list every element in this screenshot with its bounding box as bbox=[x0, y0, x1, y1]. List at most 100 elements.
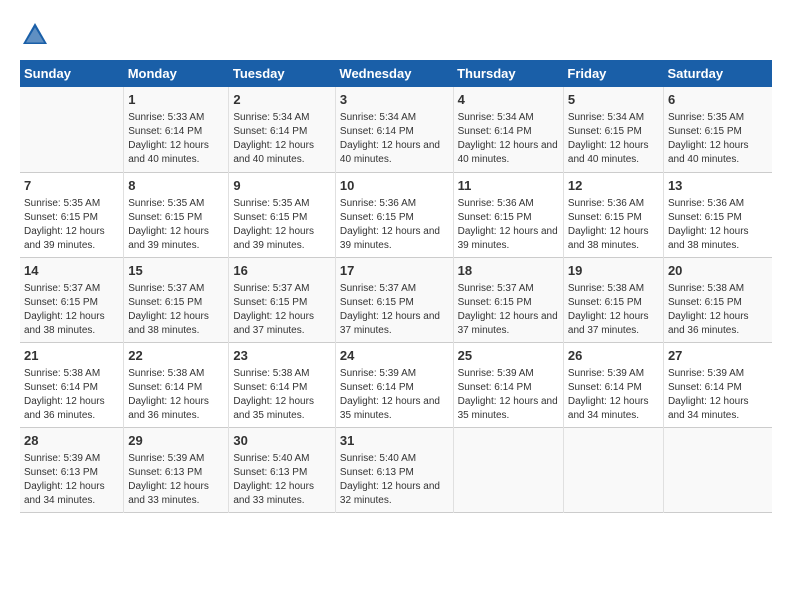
calendar-cell: 31Sunrise: 5:40 AMSunset: 6:13 PMDayligh… bbox=[335, 428, 453, 513]
page-header bbox=[20, 20, 772, 50]
day-number: 3 bbox=[340, 91, 449, 109]
day-header-thursday: Thursday bbox=[453, 60, 563, 87]
day-number: 9 bbox=[233, 177, 331, 195]
day-number: 25 bbox=[458, 347, 559, 365]
day-number: 19 bbox=[568, 262, 659, 280]
calendar-cell: 30 Sunrise: 5:40 AMSunset: 6:13 PMDayligh… bbox=[229, 428, 336, 513]
calendar-cell: 3 Sunrise: 5:34 AMSunset: 6:14 PMDaylight… bbox=[335, 87, 453, 172]
day-number: 26 bbox=[568, 347, 659, 365]
calendar-cell: 27Sunrise: 5:39 AMSunset: 6:14 PMDayligh… bbox=[663, 342, 772, 427]
calendar-cell: 20 Sunrise: 5:38 AMSunset: 6:15 PMDayligh… bbox=[663, 257, 772, 342]
calendar-cell: 4 Sunrise: 5:34 AMSunset: 6:14 PMDaylight… bbox=[453, 87, 563, 172]
day-info: Sunrise: 5:38 AMSunset: 6:14 PMDaylight:… bbox=[233, 367, 331, 423]
day-info: Sunrise: 5:39 AMSunset: 6:14 PMDaylight:… bbox=[668, 367, 768, 423]
day-info: Sunrise: 5:37 AMSunset: 6:15 PMDaylight:… bbox=[233, 282, 331, 338]
day-info: Sunrise: 5:40 AMSunset: 6:13 PMDaylight:… bbox=[233, 452, 331, 508]
calendar-cell: 10Sunrise: 5:36 AMSunset: 6:15 PMDayligh… bbox=[335, 172, 453, 257]
day-info: Sunrise: 5:39 AMSunset: 6:13 PMDaylight:… bbox=[128, 452, 224, 508]
calendar-cell: 21 Sunrise: 5:38 AMSunset: 6:14 PMDayligh… bbox=[20, 342, 124, 427]
calendar-cell: 6 Sunrise: 5:35 AMSunset: 6:15 PMDaylight… bbox=[663, 87, 772, 172]
day-info: Sunrise: 5:36 AMSunset: 6:15 PMDaylight:… bbox=[340, 197, 449, 253]
day-number: 16 bbox=[233, 262, 331, 280]
day-info: Sunrise: 5:36 AMSunset: 6:15 PMDaylight:… bbox=[458, 197, 559, 253]
day-number: 7 bbox=[24, 177, 119, 195]
day-info: Sunrise: 5:39 AMSunset: 6:14 PMDaylight:… bbox=[340, 367, 449, 423]
calendar-cell: 24 Sunrise: 5:39 AMSunset: 6:14 PMDayligh… bbox=[335, 342, 453, 427]
week-row-4: 21 Sunrise: 5:38 AMSunset: 6:14 PMDayligh… bbox=[20, 342, 772, 427]
calendar-cell bbox=[563, 428, 663, 513]
day-number: 24 bbox=[340, 347, 449, 365]
calendar-cell bbox=[663, 428, 772, 513]
day-info: Sunrise: 5:39 AMSunset: 6:14 PMDaylight:… bbox=[568, 367, 659, 423]
calendar-cell: 26 Sunrise: 5:39 AMSunset: 6:14 PMDayligh… bbox=[563, 342, 663, 427]
header-row: SundayMondayTuesdayWednesdayThursdayFrid… bbox=[20, 60, 772, 87]
calendar-cell: 14 Sunrise: 5:37 AMSunset: 6:15 PMDayligh… bbox=[20, 257, 124, 342]
day-number: 23 bbox=[233, 347, 331, 365]
day-header-saturday: Saturday bbox=[663, 60, 772, 87]
day-info: Sunrise: 5:37 AMSunset: 6:15 PMDaylight:… bbox=[458, 282, 559, 338]
day-info: Sunrise: 5:33 AMSunset: 6:14 PMDaylight:… bbox=[128, 111, 224, 167]
day-info: Sunrise: 5:38 AMSunset: 6:14 PMDaylight:… bbox=[24, 367, 119, 423]
day-number: 28 bbox=[24, 432, 119, 450]
day-header-wednesday: Wednesday bbox=[335, 60, 453, 87]
day-info: Sunrise: 5:36 AMSunset: 6:15 PMDaylight:… bbox=[668, 197, 768, 253]
week-row-1: 1 Sunrise: 5:33 AMSunset: 6:14 PMDaylight… bbox=[20, 87, 772, 172]
day-number: 29 bbox=[128, 432, 224, 450]
day-info: Sunrise: 5:37 AMSunset: 6:15 PMDaylight:… bbox=[24, 282, 119, 338]
calendar-cell: 19 Sunrise: 5:38 AMSunset: 6:15 PMDayligh… bbox=[563, 257, 663, 342]
calendar-cell: 25 Sunrise: 5:39 AMSunset: 6:14 PMDayligh… bbox=[453, 342, 563, 427]
calendar-cell: 22 Sunrise: 5:38 AMSunset: 6:14 PMDayligh… bbox=[124, 342, 229, 427]
day-header-friday: Friday bbox=[563, 60, 663, 87]
calendar-cell: 18 Sunrise: 5:37 AMSunset: 6:15 PMDayligh… bbox=[453, 257, 563, 342]
day-header-tuesday: Tuesday bbox=[229, 60, 336, 87]
day-info: Sunrise: 5:36 AMSunset: 6:15 PMDaylight:… bbox=[568, 197, 659, 253]
calendar-cell bbox=[20, 87, 124, 172]
calendar-cell: 16 Sunrise: 5:37 AMSunset: 6:15 PMDayligh… bbox=[229, 257, 336, 342]
day-number: 5 bbox=[568, 91, 659, 109]
day-info: Sunrise: 5:35 AMSunset: 6:15 PMDaylight:… bbox=[233, 197, 331, 253]
day-info: Sunrise: 5:35 AMSunset: 6:15 PMDaylight:… bbox=[668, 111, 768, 167]
day-number: 8 bbox=[128, 177, 224, 195]
calendar-cell: 17Sunrise: 5:37 AMSunset: 6:15 PMDayligh… bbox=[335, 257, 453, 342]
calendar-cell: 5Sunrise: 5:34 AMSunset: 6:15 PMDaylight… bbox=[563, 87, 663, 172]
week-row-3: 14 Sunrise: 5:37 AMSunset: 6:15 PMDayligh… bbox=[20, 257, 772, 342]
day-info: Sunrise: 5:37 AMSunset: 6:15 PMDaylight:… bbox=[340, 282, 449, 338]
day-info: Sunrise: 5:34 AMSunset: 6:14 PMDaylight:… bbox=[233, 111, 331, 167]
logo-icon bbox=[20, 20, 50, 50]
day-info: Sunrise: 5:35 AMSunset: 6:15 PMDaylight:… bbox=[128, 197, 224, 253]
day-number: 14 bbox=[24, 262, 119, 280]
calendar-table: SundayMondayTuesdayWednesdayThursdayFrid… bbox=[20, 60, 772, 513]
day-info: Sunrise: 5:38 AMSunset: 6:15 PMDaylight:… bbox=[568, 282, 659, 338]
calendar-cell: 11 Sunrise: 5:36 AMSunset: 6:15 PMDayligh… bbox=[453, 172, 563, 257]
logo bbox=[20, 20, 54, 50]
day-number: 4 bbox=[458, 91, 559, 109]
day-info: Sunrise: 5:37 AMSunset: 6:15 PMDaylight:… bbox=[128, 282, 224, 338]
calendar-cell: 2 Sunrise: 5:34 AMSunset: 6:14 PMDaylight… bbox=[229, 87, 336, 172]
calendar-cell: 1 Sunrise: 5:33 AMSunset: 6:14 PMDaylight… bbox=[124, 87, 229, 172]
calendar-cell: 29 Sunrise: 5:39 AMSunset: 6:13 PMDayligh… bbox=[124, 428, 229, 513]
day-info: Sunrise: 5:38 AMSunset: 6:15 PMDaylight:… bbox=[668, 282, 768, 338]
week-row-5: 28 Sunrise: 5:39 AMSunset: 6:13 PMDayligh… bbox=[20, 428, 772, 513]
day-number: 22 bbox=[128, 347, 224, 365]
day-info: Sunrise: 5:40 AMSunset: 6:13 PMDaylight:… bbox=[340, 452, 449, 508]
day-number: 18 bbox=[458, 262, 559, 280]
day-number: 11 bbox=[458, 177, 559, 195]
day-number: 1 bbox=[128, 91, 224, 109]
day-info: Sunrise: 5:35 AMSunset: 6:15 PMDaylight:… bbox=[24, 197, 119, 253]
day-number: 6 bbox=[668, 91, 768, 109]
day-header-sunday: Sunday bbox=[20, 60, 124, 87]
calendar-cell bbox=[453, 428, 563, 513]
day-number: 2 bbox=[233, 91, 331, 109]
calendar-cell: 13 Sunrise: 5:36 AMSunset: 6:15 PMDayligh… bbox=[663, 172, 772, 257]
calendar-cell: 12 Sunrise: 5:36 AMSunset: 6:15 PMDayligh… bbox=[563, 172, 663, 257]
day-number: 12 bbox=[568, 177, 659, 195]
day-info: Sunrise: 5:34 AMSunset: 6:14 PMDaylight:… bbox=[340, 111, 449, 167]
day-number: 13 bbox=[668, 177, 768, 195]
day-info: Sunrise: 5:38 AMSunset: 6:14 PMDaylight:… bbox=[128, 367, 224, 423]
day-number: 20 bbox=[668, 262, 768, 280]
week-row-2: 7 Sunrise: 5:35 AMSunset: 6:15 PMDaylight… bbox=[20, 172, 772, 257]
day-number: 30 bbox=[233, 432, 331, 450]
day-info: Sunrise: 5:39 AMSunset: 6:14 PMDaylight:… bbox=[458, 367, 559, 423]
day-number: 21 bbox=[24, 347, 119, 365]
day-info: Sunrise: 5:34 AMSunset: 6:14 PMDaylight:… bbox=[458, 111, 559, 167]
